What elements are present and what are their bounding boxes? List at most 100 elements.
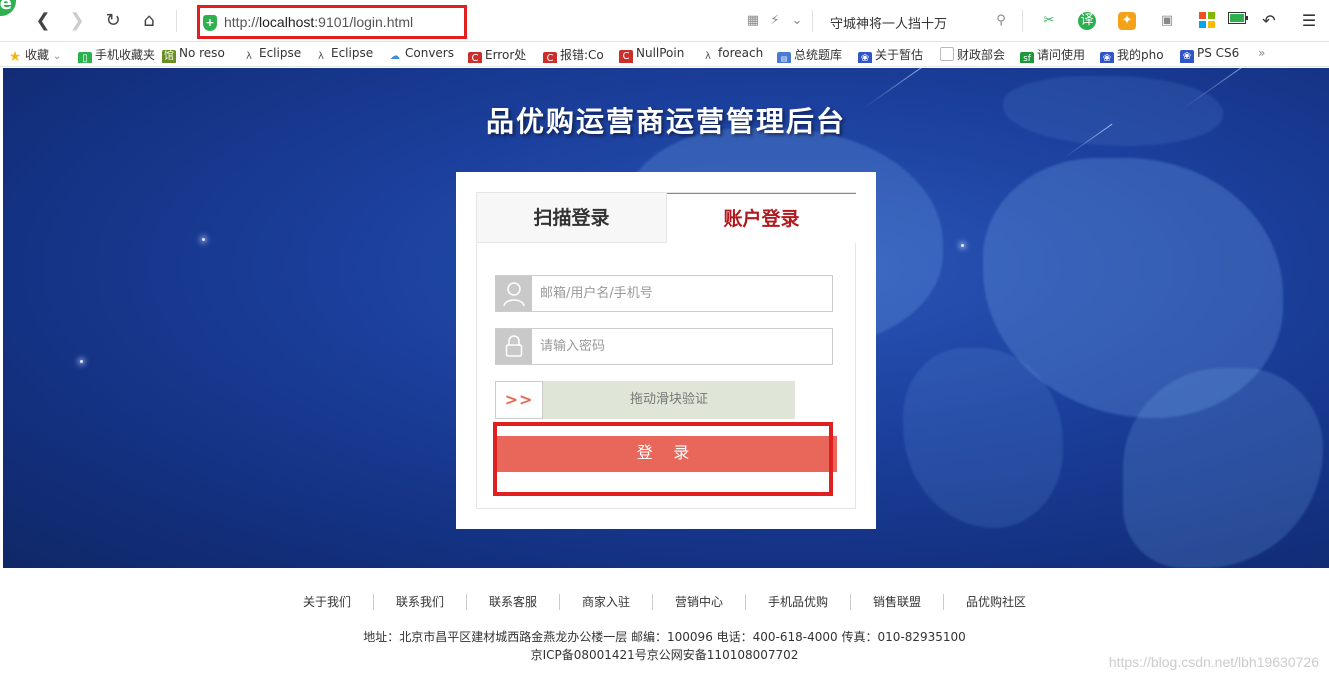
windows-icon[interactable] [1198, 12, 1216, 30]
c-icon: C [619, 50, 633, 63]
eclipse-icon: λ [705, 51, 711, 62]
bookmark-label: 手机收藏夹 [95, 48, 156, 62]
more-bookmarks-icon[interactable]: » [1258, 46, 1274, 63]
sf-icon: sf [1020, 52, 1034, 63]
bookmark-item[interactable]: 财政部会 [940, 46, 1010, 63]
bookmark-item[interactable]: C Error处 [468, 46, 534, 63]
extension-icon[interactable]: ✦ [1118, 12, 1136, 30]
menu-icon[interactable]: ☰ [1300, 12, 1318, 30]
watermark: https://blog.csdn.net/lbh19630726 [1108, 654, 1319, 670]
page-icon [940, 47, 954, 61]
search-icon[interactable]: ⚲ [992, 12, 1010, 30]
phone-icon: ▯ [78, 52, 92, 63]
toolbar-divider [1022, 10, 1023, 32]
translate-icon[interactable]: 译 [1078, 12, 1096, 30]
url-path: :9101/login.html [314, 14, 414, 30]
footer-address: 地址：北京市昌平区建材城西路金燕龙办公楼一层 邮编：100096 电话：400-… [363, 630, 966, 644]
bookmark-label: 总统题库 [794, 48, 843, 62]
bookmark-label: Eclipse [259, 46, 302, 60]
footer-link[interactable]: 关于我们 [281, 594, 374, 610]
c-icon: C [543, 52, 557, 63]
apps-grid-icon[interactable]: ▦ [744, 12, 762, 30]
scissors-icon[interactable]: ✂ [1040, 12, 1058, 30]
footer-link[interactable]: 联系客服 [467, 594, 560, 610]
bookmark-label: 我的pho [1117, 48, 1164, 62]
doc-icon: ▤ [777, 52, 791, 63]
browser-toolbar: e ❮ ❯ ↻ ⌂ + http://localhost:9101/login.… [0, 0, 1329, 42]
star-icon: ★ [8, 49, 22, 63]
bookmark-label: Error处 [485, 48, 527, 62]
back-icon[interactable]: ❮ [32, 10, 54, 32]
bookmark-label: 请问使用 [1037, 48, 1086, 62]
highlight-box [493, 422, 833, 496]
slider-captcha[interactable]: >> 拖动滑块验证 [495, 381, 795, 419]
star-dot [961, 244, 964, 247]
browser-logo-icon: e [0, 0, 16, 16]
paw-icon: ❀ [1180, 50, 1194, 63]
bookmark-item[interactable]: ❀ 关于暂估 [858, 46, 928, 63]
footer-link[interactable]: 品优购社区 [944, 594, 1048, 610]
username-input[interactable] [532, 276, 832, 311]
bookmark-label: 关于暂估 [875, 48, 924, 62]
paw-icon: ❀ [1100, 52, 1114, 63]
c-icon: C [468, 52, 482, 63]
bookmark-label: 收藏 [25, 48, 50, 62]
user-icon [496, 276, 532, 311]
password-field[interactable] [495, 328, 833, 365]
footer-link[interactable]: 手机品优购 [746, 594, 852, 610]
username-field[interactable] [495, 275, 833, 312]
lock-icon [496, 329, 532, 364]
footer-link[interactable]: 销售联盟 [851, 594, 945, 610]
bookmark-item[interactable]: λ Eclipse [314, 46, 376, 63]
tab-scan-login[interactable]: 扫描登录 [477, 193, 667, 243]
footer-link[interactable]: 营销中心 [653, 594, 747, 610]
refresh-icon[interactable]: ↻ [102, 10, 124, 32]
address-bar[interactable]: + http://localhost:9101/login.html [197, 5, 467, 39]
bookmark-item[interactable]: ▯ 手机收藏夹 [78, 46, 158, 63]
bookmarks-bar: ★ 收藏 ⌄ ▯ 手机收藏夹 馆 No reso λ Eclipse λ Eclipse … [0, 42, 1329, 67]
undo-icon[interactable]: ↶ [1260, 12, 1278, 30]
address-url[interactable]: http://localhost:9101/login.html [224, 14, 413, 30]
url-host: localhost [259, 14, 315, 30]
bookmark-label: NullPoin [636, 46, 685, 60]
bookmark-label: Convers [405, 46, 454, 60]
bookmark-item[interactable]: ▤ 总统题库 [777, 46, 847, 63]
footer-links: 关于我们 联系我们 联系客服 商家入驻 营销中心 手机品优购 销售联盟 品优购社区 [0, 594, 1329, 610]
toolbar-divider [812, 10, 813, 32]
bookmark-label: No reso [179, 46, 225, 60]
home-icon[interactable]: ⌂ [138, 10, 160, 32]
footer-link[interactable]: 联系我们 [374, 594, 467, 610]
bookmark-item[interactable]: λ Eclipse [242, 46, 304, 63]
bookmark-label: 财政部会 [957, 48, 1006, 62]
secure-shield-icon: + [203, 15, 217, 31]
eclipse-icon: λ [318, 51, 324, 62]
bookmark-item[interactable]: ★ 收藏 ⌄ [8, 46, 70, 63]
slider-hint: 拖动滑块验证 [629, 392, 708, 407]
eclipse-icon: λ [246, 51, 252, 62]
tab-account-login[interactable]: 账户登录 [667, 193, 856, 243]
bookmark-item[interactable]: C 报错:Co [543, 46, 609, 63]
footer-link[interactable]: 商家入驻 [560, 594, 653, 610]
bookmark-item[interactable]: ❀ PS CS6 [1180, 46, 1246, 63]
bookmark-item[interactable]: 馆 No reso [162, 46, 232, 63]
bookmark-item[interactable]: ☁ Convers [388, 46, 458, 63]
page-title: 品优购运营商运营管理后台 [485, 105, 846, 138]
bookmark-label: Eclipse [331, 46, 374, 60]
forward-icon[interactable]: ❯ [66, 10, 88, 32]
chevron-down-icon[interactable]: ⌄ [788, 12, 806, 30]
bookmark-item[interactable]: ❀ 我的pho [1100, 46, 1172, 63]
bookmark-icon: 馆 [162, 50, 176, 63]
bookmark-item[interactable]: sf 请问使用 [1020, 46, 1092, 63]
map-continent [1123, 368, 1323, 568]
bookmark-item[interactable]: λ foreach [701, 46, 767, 63]
battery-icon[interactable] [1228, 12, 1248, 30]
search-box[interactable]: 守城神将一人挡十万 [830, 13, 947, 32]
bookmark-label: 报错:Co [560, 48, 604, 62]
toolbar-divider [176, 10, 177, 32]
paw-icon: ❀ [858, 52, 872, 63]
lightning-icon[interactable]: ⚡ [766, 12, 784, 30]
password-input[interactable] [532, 329, 832, 364]
slider-handle[interactable]: >> [495, 381, 543, 419]
image-icon[interactable]: ▣ [1158, 12, 1176, 30]
bookmark-item[interactable]: C NullPoin [619, 46, 691, 63]
